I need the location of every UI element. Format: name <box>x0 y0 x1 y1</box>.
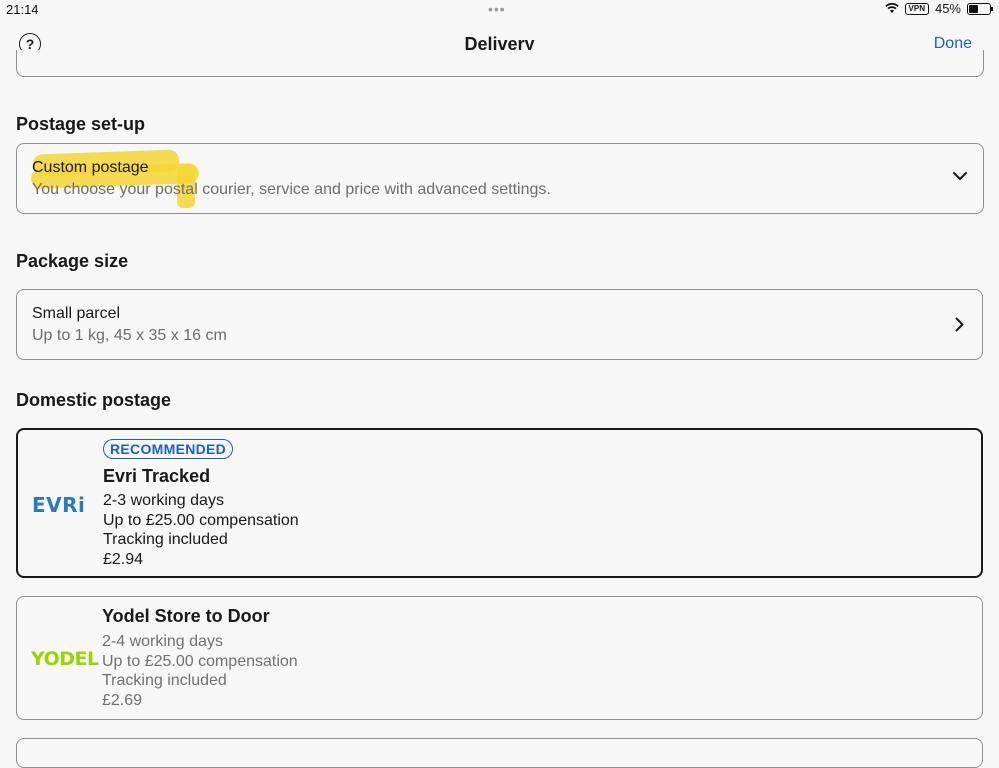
package-size-heading: Package size <box>16 251 129 271</box>
wifi-icon <box>884 3 899 13</box>
evri-logo: EVRi <box>32 493 86 517</box>
option-title: Evri Tracked <box>103 466 211 486</box>
option-title: Yodel Store to Door <box>102 606 270 626</box>
status-indicators: VPN 45% <box>884 1 993 16</box>
multitasking-dots-icon[interactable]: ••• <box>488 1 506 17</box>
postage-option-next[interactable] <box>16 738 983 768</box>
postage-option-evri[interactable]: EVRi RECOMMENDED Evri Tracked 2-3 workin… <box>16 428 983 578</box>
postage-option-yodel[interactable]: YODEL Yodel Store to Door 2-4 working da… <box>16 596 983 720</box>
option-compensation: Up to £25.00 compensation <box>102 653 298 670</box>
postage-setup-description: You choose your postal courier, service … <box>32 181 551 198</box>
domestic-postage-heading: Domestic postage <box>16 390 172 410</box>
battery-percentage: 45% <box>934 1 961 16</box>
option-delivery-time: 2-3 working days <box>103 492 224 509</box>
yodel-logo: YODEL <box>31 648 99 670</box>
previous-field-card[interactable] <box>16 50 984 77</box>
option-delivery-time: 2-4 working days <box>102 633 223 650</box>
chevron-right-icon <box>955 317 964 332</box>
battery-icon <box>967 2 993 15</box>
option-tracking: Tracking included <box>103 531 228 548</box>
recommended-badge: RECOMMENDED <box>103 439 234 459</box>
chevron-down-icon <box>953 172 967 180</box>
option-price: £2.94 <box>103 551 144 568</box>
option-tracking: Tracking included <box>102 672 227 689</box>
option-compensation: Up to £25.00 compensation <box>103 512 299 529</box>
package-size-value: Small parcel <box>32 305 121 322</box>
vpn-badge: VPN <box>904 2 929 15</box>
postage-setup-value: Custom postage <box>32 159 149 176</box>
postage-setup-select[interactable]: Custom postage You choose your postal co… <box>16 143 984 214</box>
package-size-row[interactable]: Small parcel Up to 1 kg, 45 x 35 x 16 cm <box>16 289 983 360</box>
option-price: £2.69 <box>102 692 143 709</box>
status-bar: 21:14 ••• VPN 45% <box>0 0 999 20</box>
status-time: 21:14 <box>6 2 39 17</box>
postage-setup-heading: Postage set-up <box>16 114 146 134</box>
package-size-description: Up to 1 kg, 45 x 35 x 16 cm <box>32 327 227 344</box>
